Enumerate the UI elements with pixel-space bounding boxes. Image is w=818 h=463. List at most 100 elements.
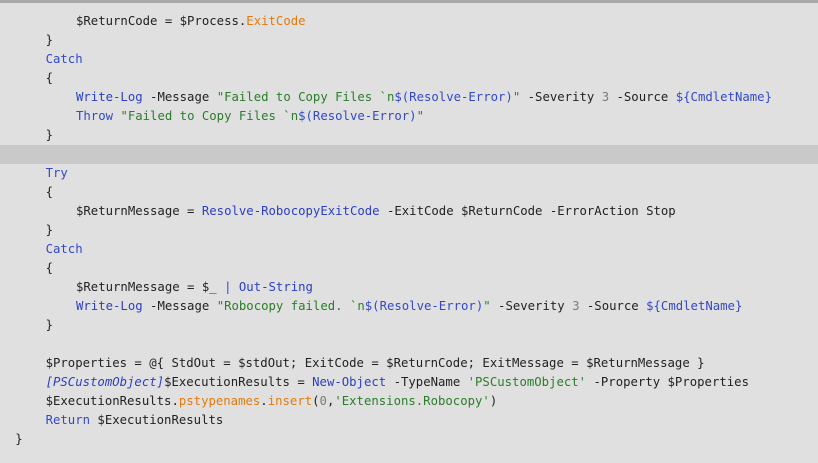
code-token: "Robocopy failed. `n bbox=[216, 299, 365, 313]
code-token: $(Resolve-Error) bbox=[364, 299, 484, 313]
code-token: $ReturnMessage bbox=[586, 356, 690, 370]
code-token: -ErrorAction bbox=[542, 204, 647, 218]
code-token: { bbox=[45, 261, 53, 275]
code-line[interactable]: } bbox=[0, 430, 818, 449]
code-token: -Severity bbox=[520, 90, 602, 104]
code-token: { bbox=[45, 71, 53, 85]
code-token: 3 bbox=[601, 90, 610, 104]
code-token: ${CmdletName} bbox=[675, 90, 772, 104]
code-token: = bbox=[179, 204, 202, 218]
code-token: } bbox=[45, 128, 53, 142]
code-token: Throw bbox=[76, 109, 114, 123]
code-token: $Properties bbox=[667, 375, 749, 389]
code-line[interactable]: Catch bbox=[0, 50, 818, 69]
code-token: } bbox=[689, 356, 705, 370]
code-token: "Failed to Copy Files `n bbox=[216, 90, 395, 104]
code-token: pstypenames bbox=[178, 394, 261, 408]
code-line[interactable]: $ReturnMessage = Resolve-RobocopyExitCod… bbox=[0, 202, 818, 221]
code-token: 0 bbox=[319, 394, 327, 408]
code-line[interactable]: } bbox=[0, 126, 818, 145]
code-token: 'PSCustomObject' bbox=[467, 375, 587, 389]
code-editor[interactable]: $ReturnCode = $Process.ExitCode} Catch{Wr… bbox=[0, 0, 818, 463]
code-token: } bbox=[15, 432, 23, 446]
code-token: { bbox=[45, 185, 53, 199]
code-token: -Message bbox=[142, 90, 217, 104]
code-line[interactable]: Try bbox=[0, 164, 818, 183]
code-token: Stop bbox=[646, 204, 676, 218]
code-token: -Source bbox=[609, 90, 676, 104]
code-line[interactable]: Write-Log -Message "Failed to Copy Files… bbox=[0, 88, 818, 107]
code-token: = bbox=[179, 280, 202, 294]
code-token: ) bbox=[489, 394, 498, 408]
code-token: -Property bbox=[586, 375, 668, 389]
code-token: ${CmdletName} bbox=[646, 299, 743, 313]
code-token: Write-Log bbox=[76, 299, 143, 313]
code-line[interactable]: Return $ExecutionResults bbox=[0, 411, 818, 430]
code-line[interactable]: Throw "Failed to Copy Files `n$(Resolve-… bbox=[0, 107, 818, 126]
code-line[interactable]: Write-Log -Message "Robocopy failed. `n$… bbox=[0, 297, 818, 316]
code-token: } bbox=[45, 33, 53, 47]
code-token: $(Resolve-Error) bbox=[394, 90, 513, 104]
code-token: ; ExitMessage = bbox=[467, 356, 587, 370]
code-token: } bbox=[45, 223, 53, 237]
code-token: = bbox=[127, 356, 150, 370]
code-token: 'Extensions.Robocopy' bbox=[334, 394, 490, 408]
code-token: Try bbox=[45, 166, 68, 180]
code-token: [PSCustomObject] bbox=[45, 375, 165, 389]
code-token: -TypeName bbox=[386, 375, 468, 389]
code-line[interactable]: $ReturnMessage = $_ | Out-String bbox=[0, 278, 818, 297]
code-line[interactable]: Catch bbox=[0, 240, 818, 259]
code-token: -Message bbox=[142, 299, 217, 313]
code-line[interactable]: } bbox=[0, 31, 818, 50]
code-token: $_ bbox=[201, 280, 217, 294]
code-line[interactable]: $Properties = @{ StdOut = $stdOut; ExitC… bbox=[0, 354, 818, 373]
code-token: " bbox=[483, 299, 491, 313]
code-line[interactable] bbox=[0, 335, 818, 354]
code-line[interactable]: } bbox=[0, 316, 818, 335]
code-line[interactable]: $ExecutionResults.pstypenames.insert(0,'… bbox=[0, 392, 818, 411]
code-token: ExitCode bbox=[246, 14, 306, 28]
code-token: } bbox=[45, 318, 53, 332]
code-token: Return bbox=[45, 413, 91, 427]
code-token: $ReturnCode bbox=[76, 14, 158, 28]
code-line[interactable]: } bbox=[0, 221, 818, 240]
code-token: . bbox=[171, 394, 179, 408]
code-token: = bbox=[289, 375, 313, 389]
code-token: -Severity bbox=[490, 299, 573, 313]
code-token: " bbox=[416, 109, 424, 123]
code-token: $ReturnCode bbox=[386, 356, 468, 370]
code-token: ; ExitCode = bbox=[289, 356, 387, 370]
code-token: = bbox=[157, 14, 180, 28]
code-token: $ExecutionResults bbox=[45, 394, 172, 408]
code-token: New-Object bbox=[312, 375, 387, 389]
code-token: "Failed to Copy Files `n bbox=[120, 109, 299, 123]
code-token: Catch bbox=[45, 242, 83, 256]
code-token: Out-String bbox=[238, 280, 313, 294]
code-token: ( bbox=[312, 394, 320, 408]
code-token: $Process bbox=[179, 14, 239, 28]
code-token: $ExecutionResults bbox=[164, 375, 290, 389]
code-token: $ExecutionResults bbox=[97, 413, 224, 427]
code-token: -ExitCode bbox=[379, 204, 461, 218]
code-token: $stdOut bbox=[238, 356, 290, 370]
code-line-current[interactable] bbox=[0, 145, 818, 164]
code-token: $ReturnMessage bbox=[76, 204, 180, 218]
code-line[interactable]: { bbox=[0, 259, 818, 278]
code-token: @{ StdOut = bbox=[149, 356, 239, 370]
code-token: Resolve-RobocopyExitCode bbox=[201, 204, 380, 218]
code-line[interactable]: $ReturnCode = $Process.ExitCode bbox=[0, 12, 818, 31]
code-token: $ReturnMessage bbox=[76, 280, 180, 294]
code-token: -Source bbox=[579, 299, 647, 313]
code-token: Catch bbox=[45, 52, 83, 66]
code-token: . bbox=[260, 394, 268, 408]
code-token: insert bbox=[267, 394, 313, 408]
code-line[interactable]: { bbox=[0, 183, 818, 202]
code-line[interactable]: [PSCustomObject]$ExecutionResults = New-… bbox=[0, 373, 818, 392]
code-token: $(Resolve-Error) bbox=[298, 109, 417, 123]
code-token: $Properties bbox=[45, 356, 128, 370]
code-token: $ReturnCode bbox=[461, 204, 543, 218]
code-token: Write-Log bbox=[76, 90, 143, 104]
code-line[interactable]: { bbox=[0, 69, 818, 88]
